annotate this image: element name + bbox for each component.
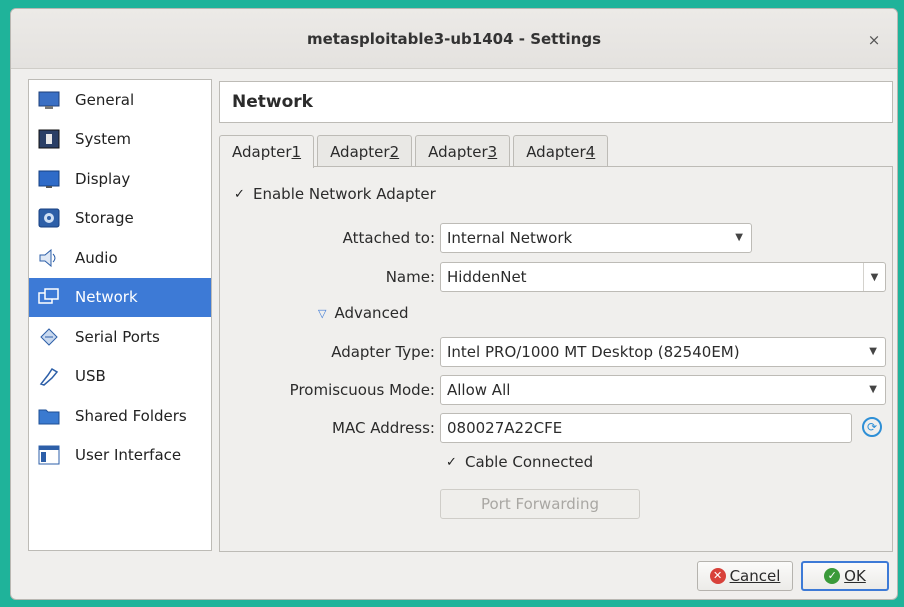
sidebar-item-label: System [75, 130, 131, 149]
enable-adapter-checkbox[interactable]: ✓ Enable Network Adapter [234, 185, 436, 203]
sidebar-item-system[interactable]: System [29, 120, 211, 160]
attached-to-select[interactable]: Internal Network ▼ [440, 223, 752, 253]
ok-label: OK [844, 567, 866, 585]
ok-button[interactable]: ✓ OK [801, 561, 889, 591]
close-icon[interactable]: × [865, 31, 883, 49]
sidebar-item-label: Audio [75, 248, 118, 267]
tab-number: 4 [585, 142, 596, 161]
chevron-down-icon: ▼ [869, 346, 877, 357]
audio-icon [37, 247, 61, 269]
tab-adapter-1[interactable]: Adapter 1 [219, 135, 315, 168]
mac-address-input[interactable]: 080027A22CFE [440, 413, 852, 443]
sidebar-item-shared-folders[interactable]: Shared Folders [29, 396, 211, 436]
sidebar-item-label: Display [75, 169, 131, 188]
display-icon [37, 168, 61, 190]
sidebar-item-label: Network [75, 288, 138, 307]
tab-number: 2 [389, 142, 400, 161]
adapter-type-label: Adapter Type: [331, 343, 435, 361]
sidebar-item-label: General [75, 90, 135, 109]
name-value: HiddenNet [447, 268, 527, 286]
sidebar-item-label: Storage [75, 209, 134, 228]
ok-icon: ✓ [824, 568, 841, 584]
attached-to-value: Internal Network [447, 229, 573, 247]
port-forwarding-label: Port Forwarding [480, 495, 600, 513]
cancel-icon: ✕ [709, 568, 726, 584]
cancel-label: Cancel [729, 567, 781, 585]
tab-label: Adapter [232, 143, 292, 161]
system-icon [37, 128, 61, 150]
tab-label: Adapter [428, 142, 488, 161]
network-icon [37, 286, 61, 308]
sidebar-item-audio[interactable]: Audio [29, 238, 211, 278]
general-icon [37, 89, 61, 111]
advanced-label: Advanced [334, 304, 409, 322]
sidebar-item-network[interactable]: Network [29, 277, 211, 317]
sidebar-item-label: Shared Folders [75, 406, 187, 425]
checkmark-icon: ✓ [234, 186, 245, 202]
settings-sidebar: General System Display Storage Audio Net… [28, 79, 212, 551]
expand-triangle-icon: ▽ [318, 306, 327, 320]
tab-number: 3 [487, 142, 498, 161]
chevron-down-icon: ▼ [735, 232, 743, 243]
promiscuous-mode-value: Allow All [447, 381, 511, 399]
tab-label: Adapter [526, 142, 586, 161]
chevron-down-icon[interactable]: ▼ [863, 263, 885, 291]
tab-adapter-4[interactable]: Adapter 4 [513, 135, 609, 167]
chevron-down-icon: ▼ [869, 384, 877, 395]
storage-icon [37, 207, 61, 229]
window-title: metasploitable3-ub1404 - Settings [307, 29, 601, 48]
refresh-mac-icon[interactable]: ⟳ [862, 417, 882, 437]
name-label: Name: [385, 268, 435, 286]
section-title: Network [219, 81, 893, 123]
sidebar-item-storage[interactable]: Storage [29, 199, 211, 239]
port-forwarding-button[interactable]: Port Forwarding [440, 489, 640, 519]
settings-dialog: metasploitable3-ub1404 - Settings × Gene… [10, 8, 898, 600]
user-interface-icon [37, 444, 61, 466]
checkmark-icon: ✓ [446, 454, 457, 470]
enable-adapter-label: Enable Network Adapter [253, 185, 436, 203]
title-bar: metasploitable3-ub1404 - Settings × [11, 9, 897, 69]
usb-icon [37, 365, 61, 387]
name-combobox[interactable]: HiddenNet ▼ [440, 262, 886, 292]
shared-folders-icon [37, 405, 61, 427]
adapter-panel: ✓ Enable Network Adapter Attached to: In… [219, 166, 893, 552]
cable-connected-label: Cable Connected [465, 453, 594, 471]
sidebar-item-label: Serial Ports [75, 327, 160, 346]
attached-to-label: Attached to: [342, 229, 435, 247]
cancel-button[interactable]: ✕ Cancel [697, 561, 793, 591]
cable-connected-checkbox[interactable]: ✓ Cable Connected [446, 453, 593, 471]
adapter-type-select[interactable]: Intel PRO/1000 MT Desktop (82540EM) ▼ [440, 337, 886, 367]
sidebar-item-usb[interactable]: USB [29, 357, 211, 397]
tab-adapter-3[interactable]: Adapter 3 [415, 135, 511, 167]
promiscuous-mode-select[interactable]: Allow All ▼ [440, 375, 886, 405]
section-title-text: Network [232, 92, 313, 112]
advanced-toggle[interactable]: ▽ Advanced [318, 304, 409, 322]
tab-label: Adapter [330, 142, 390, 161]
sidebar-item-display[interactable]: Display [29, 159, 211, 199]
adapter-type-value: Intel PRO/1000 MT Desktop (82540EM) [447, 343, 740, 361]
sidebar-item-serial-ports[interactable]: Serial Ports [29, 317, 211, 357]
tab-adapter-2[interactable]: Adapter 2 [317, 135, 413, 167]
sidebar-item-general[interactable]: General [29, 80, 211, 120]
sidebar-item-label: USB [75, 367, 106, 386]
mac-address-value: 080027A22CFE [447, 419, 563, 437]
sidebar-item-user-interface[interactable]: User Interface [29, 436, 211, 476]
promiscuous-mode-label: Promiscuous Mode: [289, 381, 435, 399]
tab-number: 1 [291, 143, 302, 161]
sidebar-item-label: User Interface [75, 446, 182, 465]
serial-ports-icon [37, 326, 61, 348]
adapter-tabs: Adapter 1 Adapter 2 Adapter 3 Adapter 4 [219, 135, 611, 168]
mac-address-label: MAC Address: [332, 419, 435, 437]
